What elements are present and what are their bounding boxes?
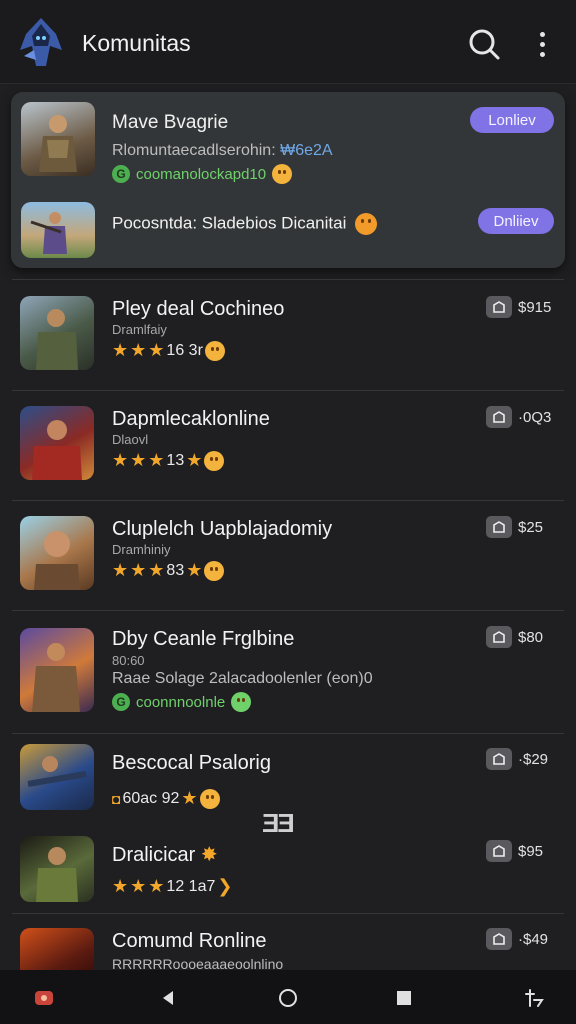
game-thumbnail bbox=[20, 296, 94, 370]
green-badge-icon: G bbox=[112, 165, 130, 183]
back-triangle-icon[interactable] bbox=[156, 986, 180, 1010]
smile-emoji-icon bbox=[355, 213, 378, 235]
online-button-1[interactable]: Lonliev bbox=[470, 107, 554, 133]
divider bbox=[12, 390, 564, 391]
list-item-category: 80:60 bbox=[112, 653, 145, 668]
game-thumbnail bbox=[20, 744, 94, 810]
smile-emoji-icon bbox=[199, 788, 220, 809]
list-item[interactable]: Pley deal Cochineo Dramlfaiy ★ ★ ★ 16 3r $… bbox=[0, 290, 576, 390]
price-tag: ·$29 bbox=[486, 748, 548, 770]
smile-emoji-icon bbox=[231, 692, 252, 712]
list-item-title: Cluplelch Uapblajadomiy bbox=[112, 518, 333, 540]
game-thumbnail bbox=[20, 928, 94, 970]
recent-square-icon[interactable] bbox=[392, 986, 416, 1010]
rating: ◘ 60ac 92 ★ bbox=[112, 788, 220, 809]
cart-icon bbox=[486, 748, 512, 770]
list-item[interactable]: Dby Ceanle Frglbine 80:60 Raae Solage 2a… bbox=[0, 620, 576, 732]
list-item-title: Dralicicar ✸ bbox=[112, 844, 218, 866]
price-tag: $95 bbox=[486, 840, 543, 862]
list-item[interactable]: Comumd Ronline RRRRRRoooeaaaeoolnlino ·$… bbox=[0, 922, 576, 970]
smile-emoji-icon bbox=[204, 450, 225, 471]
cart-icon bbox=[486, 840, 512, 862]
divider bbox=[12, 733, 564, 734]
smile-emoji-icon bbox=[204, 340, 225, 361]
app-bar: Komunitas bbox=[0, 0, 576, 84]
featured-title-1: Mave Bvagrie bbox=[112, 112, 229, 133]
list-item[interactable]: Cluplelch Uapblajadomiy Dramhiniy ★ ★ ★ 83… bbox=[0, 510, 576, 610]
game-thumbnail[interactable] bbox=[21, 202, 95, 258]
game-thumbnail bbox=[20, 836, 94, 902]
cart-icon bbox=[486, 406, 512, 428]
divider bbox=[12, 500, 564, 501]
cart-icon bbox=[486, 928, 512, 950]
game-thumbnail bbox=[20, 516, 94, 590]
rating: ★ ★ ★ 83 ★ bbox=[112, 560, 225, 581]
list-item[interactable]: Dapmlecaklonline Dlaovl ★ ★ ★ 13 ★ ·0Q3 bbox=[0, 400, 576, 500]
smile-emoji-icon bbox=[204, 560, 225, 581]
list-item-title: Comumd Ronline bbox=[112, 930, 267, 952]
list-item-description: RRRRRRoooeaaaeoolnlino bbox=[112, 956, 284, 970]
game-thumbnail bbox=[20, 628, 94, 712]
more-vertical-icon[interactable] bbox=[530, 28, 554, 60]
search-icon[interactable] bbox=[466, 26, 502, 62]
cart-icon bbox=[486, 516, 512, 538]
app-home-icon[interactable] bbox=[32, 986, 56, 1010]
cart-icon bbox=[486, 626, 512, 648]
list-item-title: Dby Ceanle Frglbine bbox=[112, 628, 295, 650]
featured-title-2: Pocosntda: Sladebios Dicanitai bbox=[112, 213, 378, 235]
price-tag: ·0Q3 bbox=[486, 406, 551, 428]
smile-emoji-icon bbox=[272, 164, 293, 184]
game-thumbnail bbox=[20, 406, 94, 480]
assist-icon[interactable] bbox=[522, 986, 546, 1010]
system-nav-bar bbox=[0, 970, 576, 1024]
rating: ★ ★ ★ 12 1a7 ❯ bbox=[112, 876, 233, 896]
price-tag: $25 bbox=[486, 516, 543, 538]
rating: ★ ★ ★ 13 ★ bbox=[112, 450, 225, 471]
list-item-description: Raae Solage 2alacadoolenler (eon)0 bbox=[112, 670, 373, 687]
featured-subtitle-1: Rlomuntaecadlserohin: ₩6e2A bbox=[112, 142, 333, 159]
hooded-warrior-logo[interactable] bbox=[16, 16, 66, 68]
divider bbox=[12, 279, 564, 280]
divider bbox=[12, 610, 564, 611]
divider bbox=[12, 913, 564, 914]
list-item-category: Dramlfaiy bbox=[112, 322, 167, 337]
cart-icon bbox=[486, 296, 512, 318]
online-button-2[interactable]: Dnliiev bbox=[478, 208, 554, 234]
list-item-title: Dapmlecaklonline bbox=[112, 408, 270, 430]
page-title: Komunitas bbox=[82, 30, 191, 56]
home-circle-icon[interactable] bbox=[276, 986, 300, 1010]
price-tag: ·$49 bbox=[486, 928, 548, 950]
list-item-title: Bescocal Psalorig bbox=[112, 752, 271, 774]
green-badge-icon: G bbox=[112, 693, 130, 711]
list-item[interactable]: Dralicicar ✸ ★ ★ ★ 12 1a7 ❯ $95 bbox=[0, 830, 576, 914]
price-tag: $80 bbox=[486, 626, 543, 648]
featured-green-status: G coomanolockapd10 bbox=[112, 164, 293, 184]
list-item-category: Dramhiniy bbox=[112, 542, 171, 557]
list-item-category: Dlaovl bbox=[112, 432, 149, 447]
list-item-green-status: G coonnnoolnle bbox=[112, 692, 252, 712]
price-tag: $915 bbox=[486, 296, 551, 318]
list-item-title: Pley deal Cochineo bbox=[112, 298, 285, 320]
game-thumbnail[interactable] bbox=[21, 102, 95, 176]
featured-card: Mave Bvagrie Rlomuntaecadlserohin: ₩6e2A… bbox=[11, 92, 565, 268]
rating: ★ ★ ★ 16 3r bbox=[112, 340, 225, 361]
